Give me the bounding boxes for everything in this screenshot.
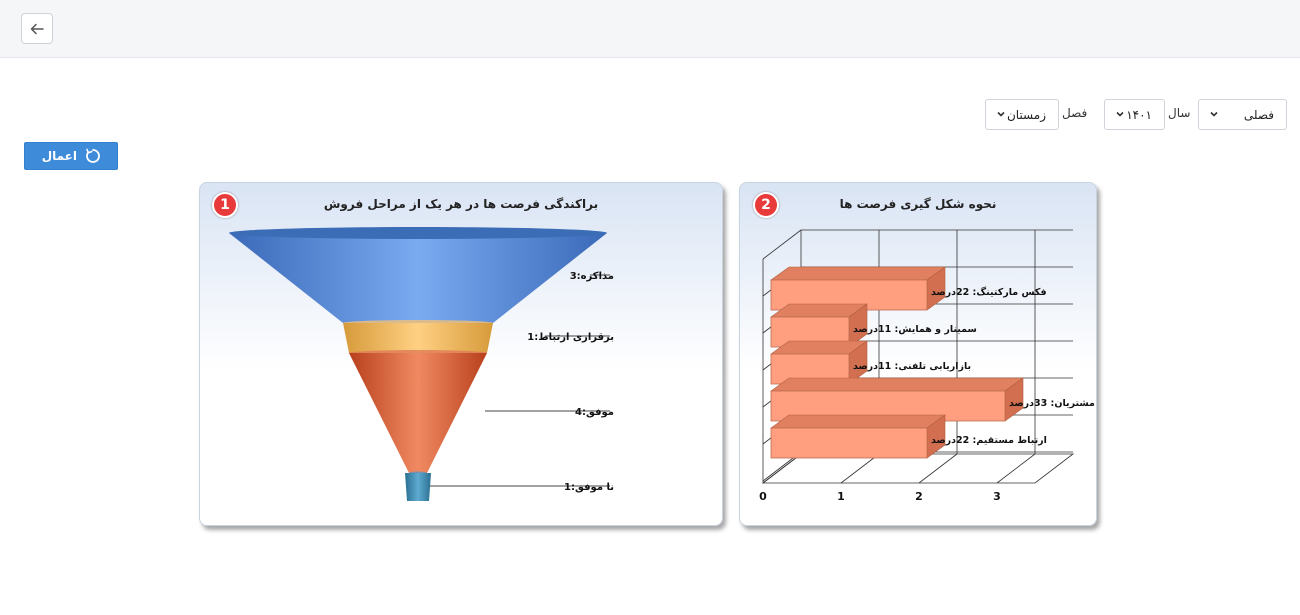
grid-line	[996, 453, 1036, 484]
chevron-down-icon	[1210, 111, 1218, 117]
funnel-chart-title: براکندگی فرصت ها در هر یک از مراحل فروش	[323, 197, 599, 211]
period-type-value: فصلی	[1243, 107, 1274, 122]
funnel-segment	[405, 473, 431, 501]
year-label: سال	[1168, 106, 1191, 120]
bar-data-label: از طریق مشتریان: 33درصد	[1009, 398, 1097, 409]
x-tick-label: 3	[993, 490, 1001, 503]
apply-label: اعمال	[41, 149, 77, 163]
bar-chart: 0 1 2 3 فکس مارکتینگ: 22درصد سمینار و همایش:…	[759, 229, 1097, 503]
bar-data-label: ارتباط مستقیم: 22درصد	[931, 435, 1047, 446]
funnel-top-rim	[229, 227, 607, 239]
grid-line	[762, 229, 802, 260]
chevron-down-icon	[997, 111, 1005, 117]
bar	[770, 427, 928, 459]
apply-button[interactable]: اعمال	[24, 142, 118, 170]
chart-number-badge: 2	[753, 192, 779, 218]
bar-data-label: بازاریابی تلفنی: 11درصد	[853, 361, 971, 372]
arrow-left-icon	[30, 23, 44, 34]
refresh-icon	[86, 148, 100, 163]
season-label: فصل	[1062, 106, 1088, 120]
bar-top-face	[770, 377, 1024, 392]
chevron-down-icon	[1116, 111, 1124, 117]
bar-data-label: سمینار و همایش: 11درصد	[853, 324, 977, 335]
season-value: زمستان	[1006, 107, 1046, 122]
top-bar	[0, 0, 1300, 58]
bar-chart-title: نحوه شکل گیری فرصت ها	[839, 197, 997, 211]
funnel-chart: مذاکره:3 برقراری ارتباط:1 موفق:4 نا موفق:1	[229, 227, 614, 501]
funnel-chart-panel: مذاکره:3 برقراری ارتباط:1 موفق:4 نا موفق:1 …	[199, 182, 723, 526]
back-button[interactable]	[21, 13, 53, 44]
bar-top-face	[770, 414, 946, 429]
filters-bar: فصلی سال ۱۴۰۱ فصل زمستان	[0, 99, 1300, 130]
bar-top-face	[770, 266, 946, 281]
year-select[interactable]: ۱۴۰۱	[1104, 99, 1165, 130]
season-select[interactable]: زمستان	[985, 99, 1059, 130]
bar-chart-panel: 0 1 2 3 فکس مارکتینگ: 22درصد سمینار و همایش:…	[739, 182, 1097, 526]
funnel-segment	[229, 233, 607, 323]
bar-data-label: فکس مارکتینگ: 22درصد	[931, 286, 1047, 298]
x-tick-label: 2	[915, 490, 923, 503]
funnel-stage-label: برقراری ارتباط:1	[527, 332, 614, 343]
period-type-select[interactable]: فصلی	[1198, 99, 1287, 130]
funnel-segment	[343, 323, 493, 353]
funnel-segment	[349, 353, 487, 473]
chart-number-badge: 1	[212, 192, 238, 218]
year-value: ۱۴۰۱	[1126, 107, 1152, 122]
funnel-stage-label: نا موفق:1	[564, 482, 614, 493]
x-tick-label: 0	[759, 490, 767, 503]
funnel-stage-label: موفق:4	[575, 407, 614, 418]
funnel-stage-label: مذاکره:3	[570, 271, 614, 282]
x-tick-label: 1	[837, 490, 845, 503]
